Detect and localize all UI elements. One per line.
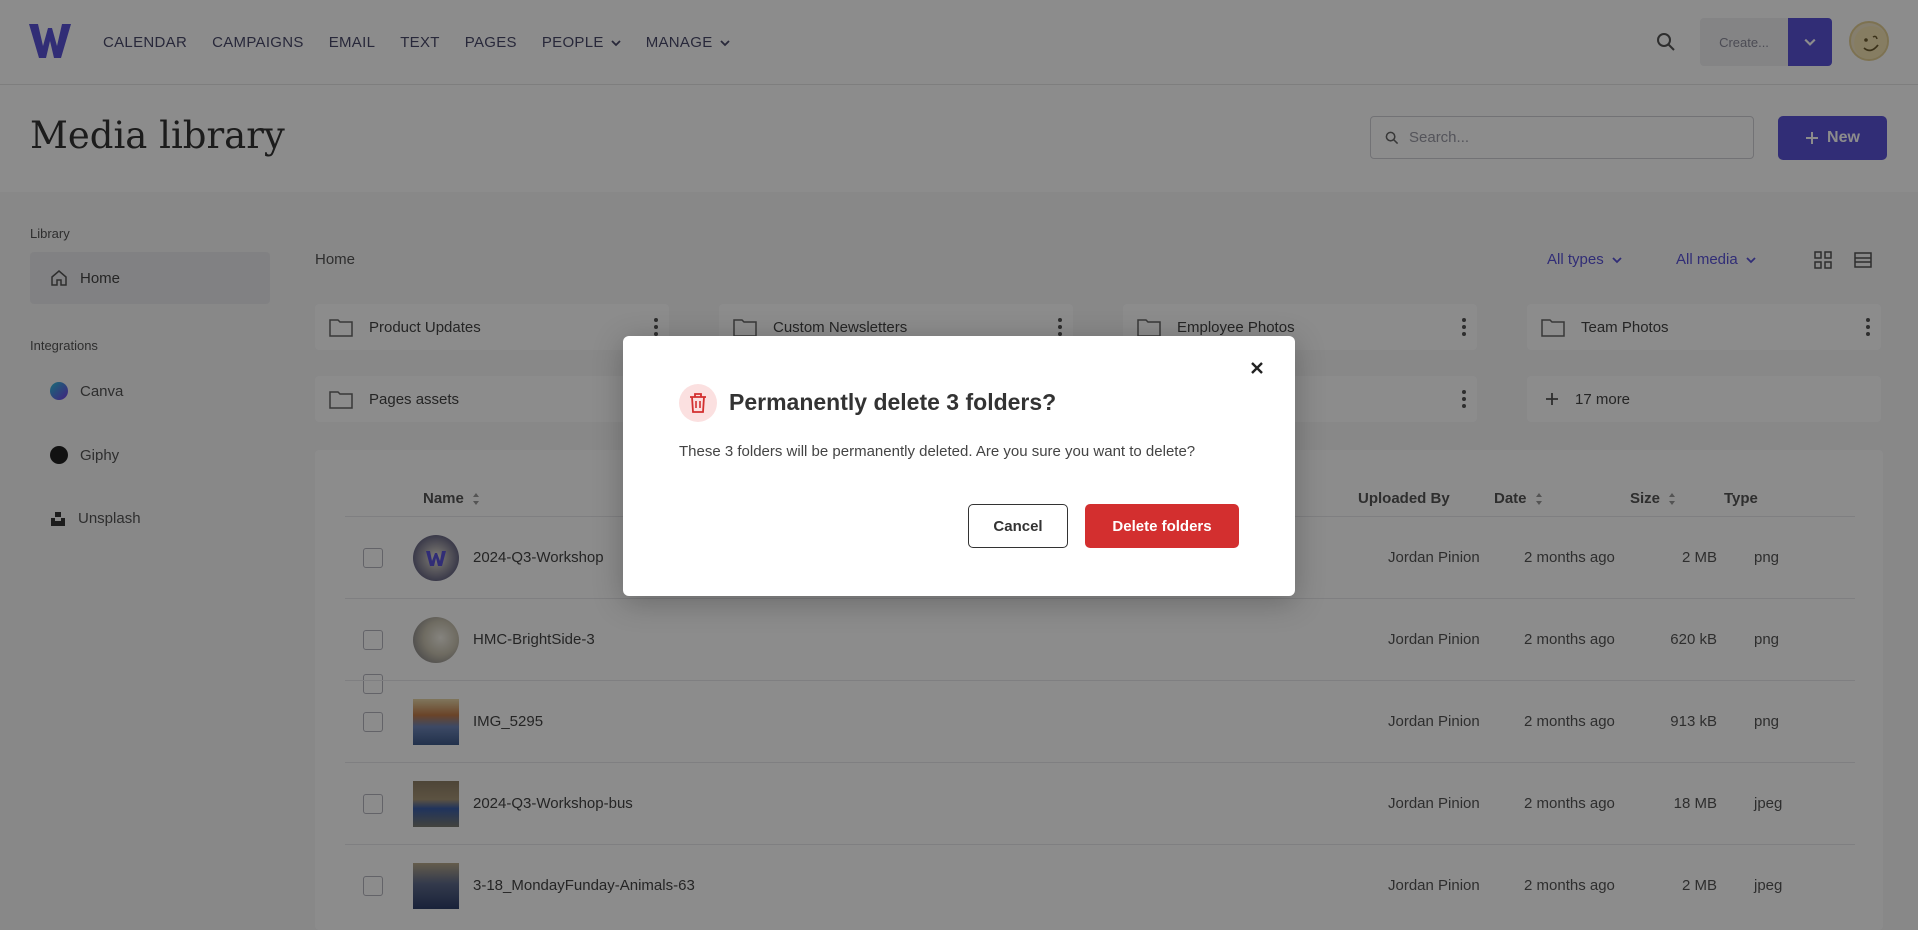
delete-folders-dialog: Permanently delete 3 folders? These 3 fo… [623,336,1295,596]
trash-icon [690,393,706,413]
delete-folders-button[interactable]: Delete folders [1085,504,1239,548]
warning-badge [679,384,717,422]
cancel-button[interactable]: Cancel [968,504,1068,548]
dialog-title: Permanently delete 3 folders? [729,389,1057,415]
close-icon[interactable] [1249,360,1265,376]
dialog-message: These 3 folders will be permanently dele… [679,443,1196,460]
